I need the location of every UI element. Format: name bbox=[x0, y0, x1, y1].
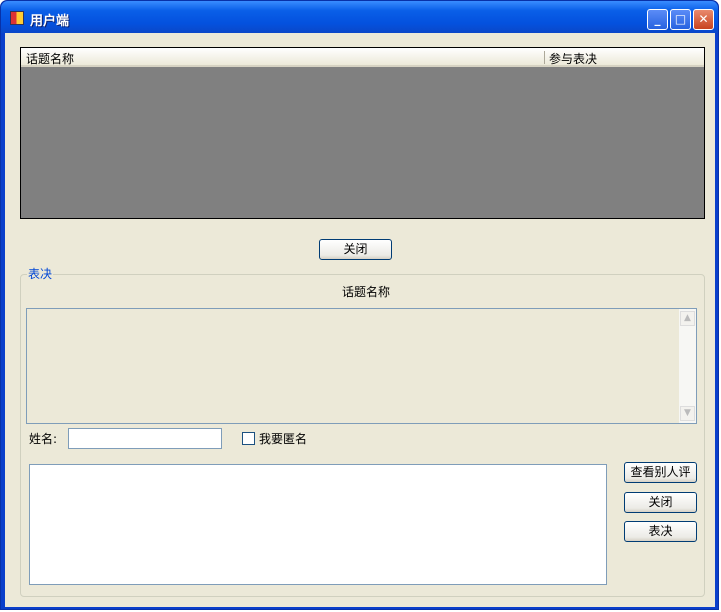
name-input[interactable] bbox=[68, 428, 222, 449]
vote-button[interactable]: 表决 bbox=[624, 521, 697, 542]
top-close-button[interactable]: 关闭 bbox=[319, 239, 392, 260]
anonymous-label[interactable]: 我要匿名 bbox=[259, 430, 307, 447]
window-title: 用户端 bbox=[30, 14, 70, 29]
close-window-button[interactable]: ✕ bbox=[693, 9, 714, 30]
column-header-participate[interactable]: 参与表决 bbox=[549, 50, 597, 67]
topic-content-textarea[interactable]: ▲ ▼ bbox=[26, 308, 697, 424]
app-window: 用户端 _ □ ✕ 话题名称 参与表决 关闭 表决 话题名称 ▲ ▼ 姓名: 我… bbox=[0, 0, 719, 610]
grid-header: 话题名称 参与表决 bbox=[21, 48, 704, 67]
name-label: 姓名: bbox=[29, 432, 58, 446]
vote-group-legend: 表决 bbox=[27, 265, 54, 282]
vertical-scrollbar[interactable]: ▲ ▼ bbox=[679, 309, 696, 423]
title-bar[interactable]: 用户端 _ □ ✕ bbox=[1, 1, 718, 33]
maximize-button[interactable]: □ bbox=[670, 9, 691, 30]
minimize-button[interactable]: _ bbox=[647, 9, 668, 30]
app-icon bbox=[10, 11, 24, 25]
comment-textarea[interactable] bbox=[29, 464, 607, 585]
column-divider[interactable] bbox=[544, 51, 545, 64]
topic-name-label: 话题名称 bbox=[342, 285, 391, 299]
anonymous-checkbox[interactable] bbox=[242, 432, 255, 445]
view-others-button[interactable]: 查看别人评 bbox=[624, 462, 697, 483]
scroll-up-icon[interactable]: ▲ bbox=[680, 311, 695, 326]
topics-grid[interactable]: 话题名称 参与表决 bbox=[20, 47, 705, 219]
close-button[interactable]: 关闭 bbox=[624, 492, 697, 513]
column-header-topic[interactable]: 话题名称 bbox=[26, 50, 74, 67]
client-area: 话题名称 参与表决 关闭 表决 话题名称 ▲ ▼ 姓名: 我要匿名 查看别人评 … bbox=[5, 33, 715, 607]
scroll-down-icon[interactable]: ▼ bbox=[680, 406, 695, 421]
